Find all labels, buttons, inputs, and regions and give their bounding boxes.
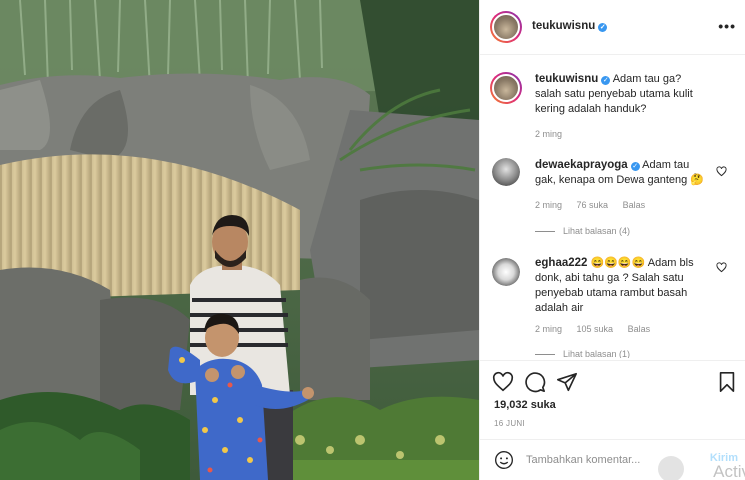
add-comment-input[interactable] bbox=[526, 454, 676, 466]
reply-button[interactable]: Balas bbox=[628, 324, 651, 334]
verified-badge-icon: ✓ bbox=[598, 23, 608, 32]
comment-meta: 2 ming 105 suka Balas bbox=[535, 324, 662, 334]
caption-avatar[interactable] bbox=[490, 72, 522, 104]
comment-likes[interactable]: 105 suka bbox=[577, 324, 614, 334]
comment-time[interactable]: 2 ming bbox=[535, 324, 562, 334]
author-avatar[interactable] bbox=[490, 11, 522, 43]
post-image bbox=[0, 0, 479, 480]
caption-username[interactable]: teukuwisnu bbox=[535, 73, 598, 85]
comment-body: eghaa222 😄😄😄😄 Adam bls donk, abi tahu ga… bbox=[535, 256, 710, 316]
comment-body: dewaekaprayoga ✓ Adam tau gak, kenapa om … bbox=[535, 158, 710, 188]
post-photo[interactable] bbox=[0, 0, 479, 480]
add-comment-row: Kirim Activ bbox=[480, 439, 745, 480]
verified-badge-icon: ✓ bbox=[601, 76, 611, 85]
likes-count[interactable]: 19,032 suka bbox=[494, 399, 556, 411]
post-date[interactable]: 16 JUNI bbox=[494, 419, 525, 428]
author-username[interactable]: teukuwisnu ✓ bbox=[532, 20, 608, 32]
comment-likes[interactable]: 76 suka bbox=[577, 200, 609, 210]
reply-button[interactable]: Balas bbox=[623, 200, 646, 210]
post-side-panel: teukuwisnu ✓ ••• teukuwisnu ✓ Adam tau ga?… bbox=[479, 0, 745, 480]
bookmark-icon[interactable] bbox=[716, 371, 738, 393]
caption-body: teukuwisnu ✓ Adam tau ga? salah satu peny… bbox=[535, 72, 710, 117]
comments-section[interactable]: teukuwisnu ✓ Adam tau ga? salah satu peny… bbox=[480, 56, 745, 358]
comment-time[interactable]: 2 ming bbox=[535, 200, 562, 210]
more-options-icon[interactable]: ••• bbox=[718, 18, 736, 34]
commenter-avatar[interactable] bbox=[492, 258, 520, 286]
view-replies-link[interactable]: Lihat balasan (4) bbox=[535, 226, 630, 236]
comment-meta: 2 ming 76 suka Balas bbox=[535, 200, 657, 210]
activate-windows-overlay: Activ bbox=[713, 462, 745, 480]
heart-icon[interactable] bbox=[492, 371, 514, 393]
comment-icon[interactable] bbox=[524, 371, 546, 393]
view-replies-link[interactable]: Lihat balasan (1) bbox=[535, 349, 630, 358]
replies-divider bbox=[535, 354, 555, 356]
like-comment-heart-icon[interactable] bbox=[716, 166, 727, 177]
watermark-circle bbox=[658, 456, 684, 480]
verified-badge-icon: ✓ bbox=[630, 162, 640, 171]
like-comment-heart-icon[interactable] bbox=[716, 262, 727, 273]
caption-time[interactable]: 2 ming bbox=[535, 129, 562, 139]
commenter-username[interactable]: dewaekaprayoga bbox=[535, 159, 628, 171]
commenter-username[interactable]: eghaa222 bbox=[535, 257, 587, 269]
caption-meta: 2 ming bbox=[535, 129, 574, 139]
replies-divider bbox=[535, 231, 555, 233]
share-icon[interactable] bbox=[556, 371, 578, 393]
post-actions: 19,032 suka 16 JUNI Kirim Activ bbox=[480, 360, 745, 480]
commenter-avatar[interactable] bbox=[492, 158, 520, 186]
post-header: teukuwisnu ✓ ••• bbox=[480, 0, 745, 55]
emoji-icon[interactable] bbox=[494, 450, 514, 470]
